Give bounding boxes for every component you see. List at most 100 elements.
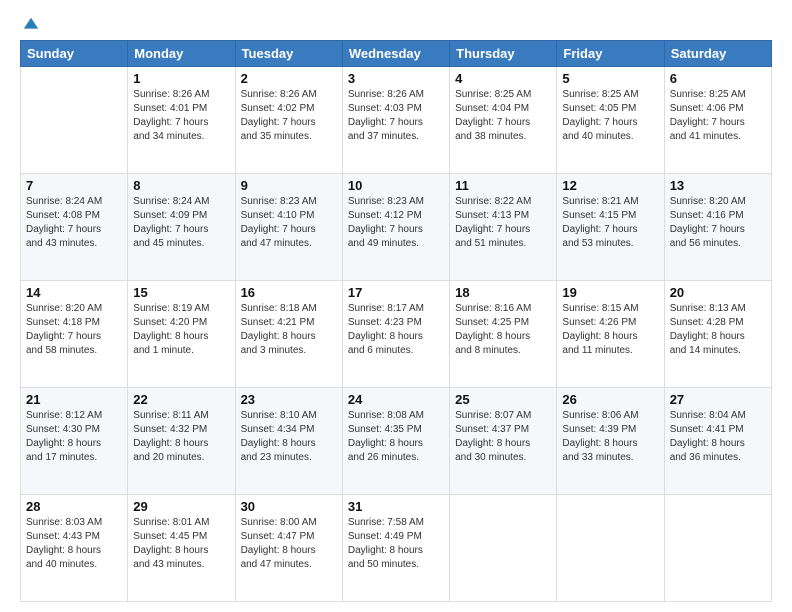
day-info: Sunrise: 8:24 AMSunset: 4:08 PMDaylight:… bbox=[26, 195, 122, 251]
day-info: Sunrise: 8:20 AMSunset: 4:16 PMDaylight:… bbox=[670, 195, 766, 251]
calendar-cell: 10 Sunrise: 8:23 AMSunset: 4:12 PMDayligh… bbox=[342, 174, 449, 281]
logo bbox=[20, 16, 40, 32]
calendar-cell: 17 Sunrise: 8:17 AMSunset: 4:23 PMDayligh… bbox=[342, 281, 449, 388]
calendar-week-1: 1 Sunrise: 8:26 AMSunset: 4:01 PMDaylight… bbox=[21, 67, 772, 174]
day-info: Sunrise: 8:23 AMSunset: 4:10 PMDaylight:… bbox=[241, 195, 337, 251]
calendar-cell: 28Sunrise: 8:03 AMSunset: 4:43 PMDayligh… bbox=[21, 495, 128, 602]
day-number: 17 bbox=[348, 285, 444, 300]
calendar-cell: 15Sunrise: 8:19 AMSunset: 4:20 PMDayligh… bbox=[128, 281, 235, 388]
day-info: Sunrise: 8:25 AMSunset: 4:04 PMDaylight:… bbox=[455, 88, 551, 144]
day-info: Sunrise: 8:21 AMSunset: 4:15 PMDaylight:… bbox=[562, 195, 658, 251]
day-number: 16 bbox=[241, 285, 337, 300]
calendar-cell: 1 Sunrise: 8:26 AMSunset: 4:01 PMDaylight… bbox=[128, 67, 235, 174]
calendar-cell: 18 Sunrise: 8:16 AMSunset: 4:25 PMDayligh… bbox=[450, 281, 557, 388]
calendar-cell: 9 Sunrise: 8:23 AMSunset: 4:10 PMDaylight… bbox=[235, 174, 342, 281]
calendar-cell: 14 Sunrise: 8:20 AMSunset: 4:18 PMDayligh… bbox=[21, 281, 128, 388]
day-info: Sunrise: 8:15 AMSunset: 4:26 PMDaylight:… bbox=[562, 302, 658, 358]
calendar-cell: 27Sunrise: 8:04 AMSunset: 4:41 PMDayligh… bbox=[664, 388, 771, 495]
header bbox=[20, 16, 772, 32]
logo-icon bbox=[22, 16, 40, 34]
day-number: 1 bbox=[133, 71, 229, 86]
calendar-cell: 24 Sunrise: 8:08 AMSunset: 4:35 PMDayligh… bbox=[342, 388, 449, 495]
day-header-tuesday: Tuesday bbox=[235, 41, 342, 67]
calendar-cell: 5Sunrise: 8:25 AMSunset: 4:05 PMDaylight… bbox=[557, 67, 664, 174]
day-info: Sunrise: 8:17 AMSunset: 4:23 PMDaylight:… bbox=[348, 302, 444, 358]
day-number: 23 bbox=[241, 392, 337, 407]
day-number: 6 bbox=[670, 71, 766, 86]
day-number: 12 bbox=[562, 178, 658, 193]
day-info: Sunrise: 8:16 AMSunset: 4:25 PMDaylight:… bbox=[455, 302, 551, 358]
day-number: 3 bbox=[348, 71, 444, 86]
calendar-cell: 29 Sunrise: 8:01 AMSunset: 4:45 PMDayligh… bbox=[128, 495, 235, 602]
calendar-cell: 12 Sunrise: 8:21 AMSunset: 4:15 PMDayligh… bbox=[557, 174, 664, 281]
day-number: 2 bbox=[241, 71, 337, 86]
day-info: Sunrise: 8:18 AMSunset: 4:21 PMDaylight:… bbox=[241, 302, 337, 358]
day-info: Sunrise: 8:12 AMSunset: 4:30 PMDaylight:… bbox=[26, 409, 122, 465]
calendar-week-2: 7 Sunrise: 8:24 AMSunset: 4:08 PMDaylight… bbox=[21, 174, 772, 281]
day-number: 15 bbox=[133, 285, 229, 300]
calendar-cell: 8Sunrise: 8:24 AMSunset: 4:09 PMDaylight… bbox=[128, 174, 235, 281]
day-number: 8 bbox=[133, 178, 229, 193]
day-number: 13 bbox=[670, 178, 766, 193]
day-number: 31 bbox=[348, 499, 444, 514]
day-info: Sunrise: 8:04 AMSunset: 4:41 PMDaylight:… bbox=[670, 409, 766, 465]
day-info: Sunrise: 8:23 AMSunset: 4:12 PMDaylight:… bbox=[348, 195, 444, 251]
day-info: Sunrise: 8:07 AMSunset: 4:37 PMDaylight:… bbox=[455, 409, 551, 465]
day-number: 21 bbox=[26, 392, 122, 407]
day-number: 9 bbox=[241, 178, 337, 193]
day-header-monday: Monday bbox=[128, 41, 235, 67]
day-number: 10 bbox=[348, 178, 444, 193]
calendar-cell: 20Sunrise: 8:13 AMSunset: 4:28 PMDayligh… bbox=[664, 281, 771, 388]
day-info: Sunrise: 8:10 AMSunset: 4:34 PMDaylight:… bbox=[241, 409, 337, 465]
day-number: 11 bbox=[455, 178, 551, 193]
calendar-cell: 13 Sunrise: 8:20 AMSunset: 4:16 PMDayligh… bbox=[664, 174, 771, 281]
day-number: 26 bbox=[562, 392, 658, 407]
day-number: 18 bbox=[455, 285, 551, 300]
calendar-cell: 31 Sunrise: 7:58 AMSunset: 4:49 PMDayligh… bbox=[342, 495, 449, 602]
calendar-cell bbox=[557, 495, 664, 602]
day-info: Sunrise: 8:06 AMSunset: 4:39 PMDaylight:… bbox=[562, 409, 658, 465]
day-number: 14 bbox=[26, 285, 122, 300]
calendar-cell: 6 Sunrise: 8:25 AMSunset: 4:06 PMDaylight… bbox=[664, 67, 771, 174]
day-number: 19 bbox=[562, 285, 658, 300]
calendar-cell: 19 Sunrise: 8:15 AMSunset: 4:26 PMDayligh… bbox=[557, 281, 664, 388]
day-info: Sunrise: 8:01 AMSunset: 4:45 PMDaylight:… bbox=[133, 516, 229, 572]
day-info: Sunrise: 8:20 AMSunset: 4:18 PMDaylight:… bbox=[26, 302, 122, 358]
calendar-cell: 2 Sunrise: 8:26 AMSunset: 4:02 PMDaylight… bbox=[235, 67, 342, 174]
day-info: Sunrise: 8:25 AMSunset: 4:05 PMDaylight:… bbox=[562, 88, 658, 144]
calendar-cell: 26 Sunrise: 8:06 AMSunset: 4:39 PMDayligh… bbox=[557, 388, 664, 495]
calendar-cell: 21 Sunrise: 8:12 AMSunset: 4:30 PMDayligh… bbox=[21, 388, 128, 495]
day-info: Sunrise: 8:25 AMSunset: 4:06 PMDaylight:… bbox=[670, 88, 766, 144]
day-header-saturday: Saturday bbox=[664, 41, 771, 67]
calendar-cell: 3Sunrise: 8:26 AMSunset: 4:03 PMDaylight… bbox=[342, 67, 449, 174]
calendar-cell bbox=[664, 495, 771, 602]
day-info: Sunrise: 8:13 AMSunset: 4:28 PMDaylight:… bbox=[670, 302, 766, 358]
day-info: Sunrise: 7:58 AMSunset: 4:49 PMDaylight:… bbox=[348, 516, 444, 572]
calendar-week-4: 21 Sunrise: 8:12 AMSunset: 4:30 PMDayligh… bbox=[21, 388, 772, 495]
day-number: 4 bbox=[455, 71, 551, 86]
calendar-week-5: 28Sunrise: 8:03 AMSunset: 4:43 PMDayligh… bbox=[21, 495, 772, 602]
day-info: Sunrise: 8:11 AMSunset: 4:32 PMDaylight:… bbox=[133, 409, 229, 465]
day-header-friday: Friday bbox=[557, 41, 664, 67]
calendar-cell bbox=[450, 495, 557, 602]
calendar-cell: 25Sunrise: 8:07 AMSunset: 4:37 PMDayligh… bbox=[450, 388, 557, 495]
calendar-cell: 22Sunrise: 8:11 AMSunset: 4:32 PMDayligh… bbox=[128, 388, 235, 495]
day-info: Sunrise: 8:00 AMSunset: 4:47 PMDaylight:… bbox=[241, 516, 337, 572]
day-number: 24 bbox=[348, 392, 444, 407]
day-number: 29 bbox=[133, 499, 229, 514]
calendar-cell bbox=[21, 67, 128, 174]
day-info: Sunrise: 8:26 AMSunset: 4:01 PMDaylight:… bbox=[133, 88, 229, 144]
calendar-cell: 30 Sunrise: 8:00 AMSunset: 4:47 PMDayligh… bbox=[235, 495, 342, 602]
calendar-cell: 11 Sunrise: 8:22 AMSunset: 4:13 PMDayligh… bbox=[450, 174, 557, 281]
day-info: Sunrise: 8:22 AMSunset: 4:13 PMDaylight:… bbox=[455, 195, 551, 251]
day-info: Sunrise: 8:26 AMSunset: 4:02 PMDaylight:… bbox=[241, 88, 337, 144]
calendar-week-3: 14 Sunrise: 8:20 AMSunset: 4:18 PMDayligh… bbox=[21, 281, 772, 388]
day-number: 7 bbox=[26, 178, 122, 193]
day-header-sunday: Sunday bbox=[21, 41, 128, 67]
header-row: SundayMondayTuesdayWednesdayThursdayFrid… bbox=[21, 41, 772, 67]
day-header-thursday: Thursday bbox=[450, 41, 557, 67]
day-info: Sunrise: 8:08 AMSunset: 4:35 PMDaylight:… bbox=[348, 409, 444, 465]
day-number: 28 bbox=[26, 499, 122, 514]
day-number: 30 bbox=[241, 499, 337, 514]
calendar-table: SundayMondayTuesdayWednesdayThursdayFrid… bbox=[20, 40, 772, 602]
